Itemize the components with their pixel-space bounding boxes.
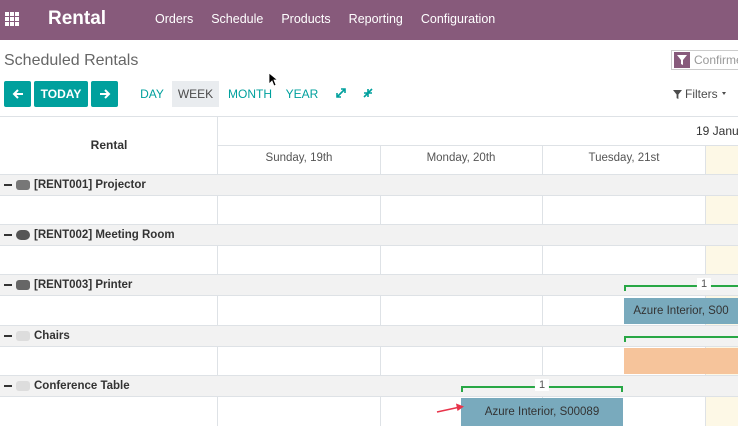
app-brand[interactable]: Rental bbox=[48, 8, 106, 30]
group-counter: 1 bbox=[461, 379, 623, 393]
group-counter bbox=[624, 331, 738, 343]
previous-button[interactable] bbox=[4, 81, 31, 107]
rental-pill[interactable] bbox=[624, 348, 738, 374]
scale-week-button[interactable]: WEEK bbox=[172, 81, 219, 107]
menu-orders[interactable]: Orders bbox=[155, 12, 193, 26]
meeting-room-icon bbox=[16, 230, 30, 240]
rental-pill[interactable]: Azure Interior, S00089 bbox=[461, 398, 623, 426]
gantt-group-projector[interactable]: [RENT001] Projector bbox=[0, 174, 738, 196]
collapse-icon[interactable] bbox=[362, 87, 374, 99]
counter-value: 1 bbox=[696, 278, 712, 290]
group-label: Chairs bbox=[34, 330, 70, 342]
scale-day-button[interactable]: DAY bbox=[135, 81, 169, 107]
projector-icon bbox=[16, 180, 30, 190]
menu-schedule[interactable]: Schedule bbox=[211, 12, 263, 26]
filter-icon bbox=[674, 52, 690, 68]
arrow-left-icon bbox=[12, 89, 23, 99]
filters-label: Filters bbox=[685, 87, 718, 101]
top-navbar: Rental Orders Schedule Products Reportin… bbox=[0, 0, 738, 40]
collapse-group-icon[interactable] bbox=[4, 284, 12, 286]
day-header-tuesday: Tuesday, 21st bbox=[588, 152, 660, 164]
mouse-cursor-icon bbox=[268, 72, 278, 87]
collapse-group-icon[interactable] bbox=[4, 335, 12, 337]
day-header-sunday: Sunday, 19th bbox=[265, 152, 333, 164]
page-title: Scheduled Rentals bbox=[4, 52, 139, 69]
day-header-monday: Monday, 20th bbox=[426, 152, 496, 164]
pill-label: Azure Interior, S00089 bbox=[484, 406, 600, 418]
group-label: [RENT001] Projector bbox=[34, 179, 146, 191]
group-counter: 1 bbox=[624, 278, 738, 292]
search-input[interactable]: Confirme bbox=[671, 50, 738, 70]
caret-down-icon bbox=[721, 92, 726, 95]
collapse-group-icon[interactable] bbox=[4, 234, 12, 236]
menu-configuration[interactable]: Configuration bbox=[421, 12, 495, 26]
gantt-view: Rental 19 Janua Sunday, 19th Monday, 20t… bbox=[0, 116, 738, 426]
search-facet[interactable]: Confirme bbox=[694, 53, 738, 67]
arrow-annotation-icon bbox=[436, 403, 464, 413]
main-menu: Orders Schedule Products Reporting Confi… bbox=[155, 12, 513, 26]
divider bbox=[218, 145, 738, 146]
group-label: [RENT003] Printer bbox=[34, 279, 133, 291]
menu-products[interactable]: Products bbox=[281, 12, 330, 26]
filters-dropdown[interactable]: Filters bbox=[673, 87, 733, 101]
apps-grid-icon[interactable] bbox=[5, 12, 19, 26]
gantt-range-label: 19 Janua bbox=[696, 124, 738, 138]
table-icon bbox=[16, 381, 30, 391]
gantt-group-meeting-room[interactable]: [RENT002] Meeting Room bbox=[0, 224, 738, 246]
arrow-right-icon bbox=[99, 89, 110, 99]
gantt-row-header: Rental bbox=[90, 138, 128, 152]
counter-value: 1 bbox=[534, 379, 550, 391]
group-label: [RENT002] Meeting Room bbox=[34, 229, 175, 241]
scale-year-button[interactable]: YEAR bbox=[283, 81, 321, 107]
group-label: Conference Table bbox=[34, 380, 130, 392]
gantt-group-conference-table[interactable]: Conference Table bbox=[0, 375, 738, 397]
expand-icon[interactable] bbox=[335, 87, 347, 99]
printer-icon bbox=[16, 280, 30, 290]
next-button[interactable] bbox=[91, 81, 118, 107]
collapse-group-icon[interactable] bbox=[4, 385, 12, 387]
pill-label: Azure Interior, S00 bbox=[633, 305, 729, 317]
today-button[interactable]: TODAY bbox=[34, 81, 88, 107]
filter-icon bbox=[673, 89, 682, 99]
collapse-group-icon[interactable] bbox=[4, 184, 12, 186]
chair-icon bbox=[16, 331, 30, 341]
rental-pill[interactable]: Azure Interior, S00 bbox=[624, 298, 738, 324]
menu-reporting[interactable]: Reporting bbox=[349, 12, 403, 26]
